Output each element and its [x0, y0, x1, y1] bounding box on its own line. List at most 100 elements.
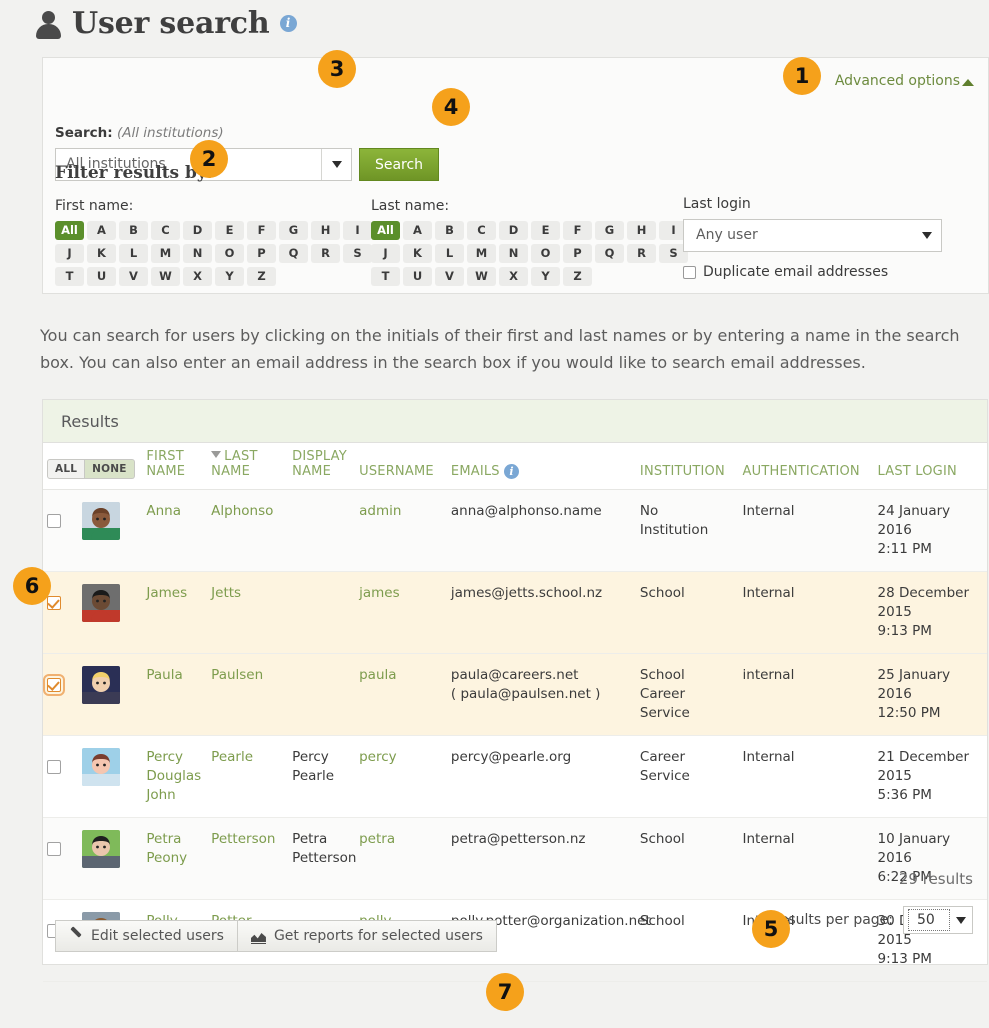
last-name-link[interactable]: Alphonso [211, 503, 273, 519]
last-name-letter-n[interactable]: N [499, 244, 528, 263]
last-name-link[interactable]: Paulsen [211, 667, 263, 683]
username-link[interactable]: james [359, 585, 400, 601]
table-row[interactable]: Paula Paulsen paula paula@careers.net( paul… [43, 653, 987, 736]
col-first-name[interactable]: FIRST NAME [142, 443, 208, 490]
last-name-letter-p[interactable]: P [563, 244, 592, 263]
last-name-link[interactable]: Petterson [211, 831, 275, 847]
col-username[interactable]: USERNAME [355, 443, 447, 490]
table-row[interactable]: Petra Peony Petterson Petra Petterson petra pe… [43, 817, 987, 900]
last-name-letter-e[interactable]: E [531, 221, 560, 240]
row-checkbox[interactable] [43, 674, 65, 696]
first-name-letter-v[interactable]: V [119, 267, 148, 286]
last-name-letter-o[interactable]: O [531, 244, 560, 263]
col-institution[interactable]: INSTITUTION [635, 443, 739, 490]
last-name-letter-x[interactable]: X [499, 267, 528, 286]
edit-selected-users-button[interactable]: Edit selected users [55, 920, 238, 952]
get-reports-button[interactable]: Get reports for selected users [237, 920, 497, 952]
col-last-name[interactable]: LAST NAME [207, 443, 289, 490]
last-login-select[interactable]: Any user [683, 219, 942, 252]
last-name-letter-u[interactable]: U [403, 267, 432, 286]
col-last-login[interactable]: LAST LOGIN [873, 443, 987, 490]
first-name-letter-b[interactable]: B [119, 221, 148, 240]
row-checkbox[interactable] [47, 514, 61, 528]
username-link[interactable]: petra [359, 831, 395, 847]
results-per-page-select[interactable]: 50 [903, 906, 973, 934]
last-name-letter-a[interactable]: A [403, 221, 432, 240]
last-name-letter-r[interactable]: R [627, 244, 656, 263]
first-name-link[interactable]: Paula [146, 667, 182, 683]
letter-spacer [343, 267, 372, 286]
callout-marker-2: 2 [190, 140, 228, 178]
select-all-button[interactable]: ALL [47, 459, 86, 479]
last-name-link[interactable]: Jetts [211, 585, 241, 601]
first-name-link[interactable]: Petra Peony [146, 831, 187, 866]
first-name-letter-h[interactable]: H [311, 221, 340, 240]
username-link[interactable]: paula [359, 667, 396, 683]
last-name-letter-w[interactable]: W [467, 267, 496, 286]
first-name-letter-t[interactable]: T [55, 267, 84, 286]
first-name-letter-r[interactable]: R [311, 244, 340, 263]
last-name-letter-l[interactable]: L [435, 244, 464, 263]
last-name-letter-h[interactable]: H [627, 221, 656, 240]
info-icon[interactable]: i [504, 464, 520, 479]
last-name-letter-q[interactable]: Q [595, 244, 624, 263]
search-button[interactable]: Search [359, 148, 439, 181]
first-name-letter-n[interactable]: N [183, 244, 212, 263]
table-row[interactable]: Anna Alphonso admin anna@alphonso.name No Ins… [43, 489, 987, 572]
first-name-letter-e[interactable]: E [215, 221, 244, 240]
col-emails[interactable]: EMAILS i [446, 443, 636, 490]
first-name-letter-o[interactable]: O [215, 244, 244, 263]
last-name-letter-m[interactable]: M [467, 244, 496, 263]
first-name-letter-m[interactable]: M [151, 244, 180, 263]
first-name-letter-p[interactable]: P [247, 244, 276, 263]
last-name-letter-k[interactable]: K [403, 244, 432, 263]
duplicate-email-checkbox[interactable] [683, 265, 696, 279]
username-link[interactable]: percy [359, 749, 397, 765]
first-name-letter-u[interactable]: U [87, 267, 116, 286]
col-authentication[interactable]: AUTHENTICATION [738, 443, 874, 490]
last-name-link[interactable]: Pearle [211, 749, 253, 765]
first-name-letter-s[interactable]: S [343, 244, 372, 263]
table-row[interactable]: James Jetts james james@jetts.school.nz Scho… [43, 571, 987, 654]
first-name-link[interactable]: James [146, 585, 187, 601]
first-name-letter-d[interactable]: D [183, 221, 212, 240]
row-checkbox[interactable] [47, 596, 61, 610]
table-row[interactable]: Percy Douglas John Pearle Percy Pearle percy pe… [43, 735, 987, 818]
last-name-letter-b[interactable]: B [435, 221, 464, 240]
first-name-letter-i[interactable]: I [343, 221, 372, 240]
last-name-letter-y[interactable]: Y [531, 267, 560, 286]
advanced-options-toggle[interactable]: Advanced options [835, 73, 974, 89]
first-name-letter-z[interactable]: Z [247, 267, 276, 286]
last-name-letter-all[interactable]: All [371, 221, 400, 240]
first-name-letter-w[interactable]: W [151, 267, 180, 286]
first-name-letter-g[interactable]: G [279, 221, 308, 240]
avatar [81, 502, 120, 540]
last-name-letter-v[interactable]: V [435, 267, 464, 286]
first-name-letter-c[interactable]: C [151, 221, 180, 240]
first-name-link[interactable]: Percy Douglas John [146, 749, 201, 803]
col-display-name[interactable]: DISPLAY NAME [288, 443, 356, 490]
first-name-letter-k[interactable]: K [87, 244, 116, 263]
first-name-letter-x[interactable]: X [183, 267, 212, 286]
first-name-letter-y[interactable]: Y [215, 267, 244, 286]
last-name-letter-c[interactable]: C [467, 221, 496, 240]
cell-last-login: 24 January 2016 2:11 PM [873, 489, 987, 572]
first-name-letter-all[interactable]: All [55, 221, 84, 240]
last-name-letter-d[interactable]: D [499, 221, 528, 240]
row-checkbox[interactable] [47, 760, 61, 774]
first-name-letter-j[interactable]: J [55, 244, 84, 263]
first-name-letter-l[interactable]: L [119, 244, 148, 263]
last-name-letter-f[interactable]: F [563, 221, 592, 240]
username-link[interactable]: admin [359, 503, 401, 519]
info-icon[interactable]: i [279, 15, 297, 32]
last-name-letter-t[interactable]: T [371, 267, 400, 286]
first-name-letter-q[interactable]: Q [279, 244, 308, 263]
last-name-letter-z[interactable]: Z [563, 267, 592, 286]
row-checkbox[interactable] [47, 842, 61, 856]
first-name-link[interactable]: Anna [146, 503, 181, 519]
last-name-letter-j[interactable]: J [371, 244, 400, 263]
select-none-button[interactable]: NONE [85, 459, 135, 479]
first-name-letter-a[interactable]: A [87, 221, 116, 240]
last-name-letter-g[interactable]: G [595, 221, 624, 240]
first-name-letter-f[interactable]: F [247, 221, 276, 240]
